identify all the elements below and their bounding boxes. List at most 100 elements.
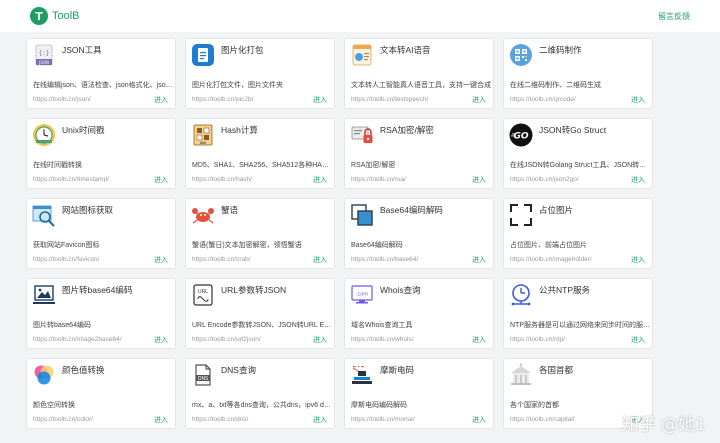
url-icon: URL [193, 284, 213, 306]
tool-title: 颜色值转换 [62, 365, 105, 375]
tool-desc: 占位图片、前端占位图片 [510, 242, 587, 249]
tool-title: JSON工具 [62, 45, 102, 55]
tool-card-color[interactable]: 颜色值转换 颜色空间转换 https://toolb.cn/color/ 进入 [26, 358, 176, 429]
enter-button[interactable]: 进入 [154, 95, 168, 105]
tool-card-morse[interactable]: 摩斯电码 摩斯电码编码解码 https://toolb.cn/morse/ 进入 [344, 358, 494, 429]
tool-title: 占位图片 [539, 205, 574, 215]
tool-card-timestamp[interactable]: Unix时间戳 在线时间戳转换 https://toolb.cn/timesta… [26, 118, 176, 189]
feedback-link[interactable]: 留言反馈 [658, 11, 690, 22]
tool-url: https://toolb.cn/base64/ [351, 256, 419, 263]
tool-card-pic2b[interactable]: 图片化打包 图片化打包文件，图片文件夹 https://toolb.cn/pic… [185, 38, 335, 109]
go-icon: GO [509, 123, 533, 147]
speech-icon [352, 44, 372, 66]
tool-url: https://toolb.cn/pic2b/ [192, 96, 254, 103]
tool-desc: 域名Whois查询工具 [351, 322, 413, 329]
tool-title: 摩斯电码 [380, 365, 415, 375]
enter-button[interactable]: 进入 [313, 175, 327, 185]
tool-url: https://toolb.cn/dns/ [192, 416, 249, 423]
tool-url: https://toolb.cn/json2go/ [510, 176, 579, 183]
tool-card-json2go[interactable]: GO JSON转Go Struct 在线JSON转Golang Struct工具… [503, 118, 653, 189]
top-bar: T ToolB 留言反馈 [0, 0, 720, 32]
tool-card-ntp[interactable]: 公共NTP服务 NTP服务器是可以通过网络来同步时间的服务器 https://t… [503, 278, 653, 349]
tool-card-json[interactable]: {:} JSON JSON工具 在线编辑json、语法检查、json格式化、js… [26, 38, 176, 109]
enter-button[interactable]: 进入 [472, 175, 486, 185]
tool-url: https://toolb.cn/qrcode/ [510, 96, 576, 103]
svg-text:###: ### [200, 141, 207, 145]
capital-icon [511, 363, 531, 385]
tool-title: 公共NTP服务 [539, 285, 591, 295]
tool-url: https://toolb.cn/favicon/ [33, 256, 100, 263]
enter-button[interactable]: 进入 [472, 255, 486, 265]
enter-button[interactable]: 进入 [631, 335, 645, 345]
tool-title: Base64编码解码 [380, 205, 443, 215]
tool-title: Hash计算 [221, 125, 258, 135]
tool-desc: 在线JSON转Golang Struct工具、JSON转Go结构体 [510, 162, 650, 169]
tool-card-image2base64[interactable]: 图片转base64编码 图片转base64编码 https://toolb.cn… [26, 278, 176, 349]
tool-desc: 图片化打包文件，图片文件夹 [192, 82, 283, 89]
tool-desc: 获取网站Favicon图标 [33, 242, 100, 249]
tool-title: 网站图标获取 [62, 205, 114, 215]
tool-url: https://toolb.cn/capital/ [510, 416, 575, 423]
tool-url: https://toolb.cn/morse/ [351, 416, 415, 423]
tool-grid: {:} JSON JSON工具 在线编辑json、语法检查、json格式化、js… [26, 38, 656, 429]
tool-card-hash[interactable]: ### Hash计算 MD5、SHA1、SHA256、SHA512各种HASH计… [185, 118, 335, 189]
ntp-icon [511, 284, 531, 306]
tool-card-favicon[interactable]: 网站图标获取 获取网站Favicon图标 https://toolb.cn/fa… [26, 198, 176, 269]
enter-button[interactable]: 进入 [631, 255, 645, 265]
tool-title: 图片化打包 [221, 45, 264, 55]
enter-button[interactable]: 进入 [313, 335, 327, 345]
enter-button[interactable]: 进入 [313, 95, 327, 105]
enter-button[interactable]: 进入 [154, 335, 168, 345]
json-icon: {:} JSON [35, 44, 53, 66]
whois-icon: .com [351, 285, 373, 304]
enter-button[interactable]: 进入 [631, 95, 645, 105]
enter-button[interactable]: 进入 [472, 95, 486, 105]
svg-text:{:}: {:} [39, 50, 50, 57]
tool-card-whois[interactable]: .com Whois查询 域名Whois查询工具 https://toolb.c… [344, 278, 494, 349]
color-icon [34, 365, 54, 385]
zhihu-watermark: 知乎 @她1 [621, 415, 706, 435]
enter-button[interactable]: 进入 [313, 255, 327, 265]
tool-title: URL参数转JSON [221, 285, 287, 295]
tool-title: 二维码制作 [539, 45, 582, 55]
tool-url: https://toolb.cn/hash/ [192, 176, 252, 183]
tool-card-url2json[interactable]: URL URL参数转JSON URL Encode参数转JSON、JSON转UR… [185, 278, 335, 349]
tool-card-qrcode[interactable]: 二维码制作 在线二维码制作、二维码生成 https://toolb.cn/qrc… [503, 38, 653, 109]
tool-title: RSA加密/解密 [380, 125, 434, 135]
tool-url: https://toolb.cn/rsa/ [351, 176, 406, 183]
lock-icon [351, 126, 373, 143]
tool-card-imageholder[interactable]: 占位图片 占位图片、前端占位图片 https://toolb.cn/imageh… [503, 198, 653, 269]
tool-title: 图片转base64编码 [62, 285, 133, 295]
tool-title: Unix时间戳 [62, 125, 105, 135]
tool-title: 文本转AI语音 [380, 45, 431, 55]
svg-text:GO: GO [513, 132, 528, 142]
tool-desc: 在线时间戳转换 [33, 162, 82, 169]
tool-desc: 摩斯电码编码解码 [351, 402, 407, 409]
brand[interactable]: T ToolB [30, 7, 80, 25]
enter-button[interactable]: 进入 [154, 175, 168, 185]
tool-card-crab[interactable]: 蟹语 蟹语(蟹日)文本加密解密，领悟蟹语 https://toolb.cn/cr… [185, 198, 335, 269]
tool-desc: RSA加密/解密 [351, 162, 396, 169]
document-icon [192, 44, 214, 66]
enter-button[interactable]: 进入 [472, 415, 486, 425]
enter-button[interactable]: 进入 [631, 175, 645, 185]
enter-button[interactable]: 进入 [154, 255, 168, 265]
favicon-icon [32, 205, 55, 227]
image-icon [33, 285, 55, 304]
clock-icon [33, 124, 55, 146]
enter-button[interactable]: 进入 [472, 335, 486, 345]
tool-card-rsa[interactable]: RSA加密/解密 RSA加密/解密 https://toolb.cn/rsa/ … [344, 118, 494, 189]
tool-title: Whois查询 [380, 285, 421, 295]
enter-button[interactable]: 进入 [313, 415, 327, 425]
tool-desc: MD5、SHA1、SHA256、SHA512各种HASH计算 [192, 162, 332, 169]
tool-title: 各国首都 [539, 365, 574, 375]
dns-icon: DNS [195, 364, 211, 386]
enter-button[interactable]: 进入 [154, 415, 168, 425]
tool-desc: 各个国家的首都 [510, 402, 559, 409]
tool-desc: mx、a、txt等各dns查询，公共dns，ipv6 dns查询 [192, 402, 332, 409]
tool-card-dns[interactable]: DNS DNS查询 mx、a、txt等各dns查询，公共dns，ipv6 dns… [185, 358, 335, 429]
tool-url: https://toolb.cn/ntp/ [510, 336, 565, 343]
tool-card-textspeech[interactable]: 文本转AI语音 文本转人工智能真人语音工具，支持一键合成 https://too… [344, 38, 494, 109]
tool-card-base64[interactable]: Base64编码解码 Base64编码解码 https://toolb.cn/b… [344, 198, 494, 269]
svg-text:.com: .com [356, 292, 368, 298]
